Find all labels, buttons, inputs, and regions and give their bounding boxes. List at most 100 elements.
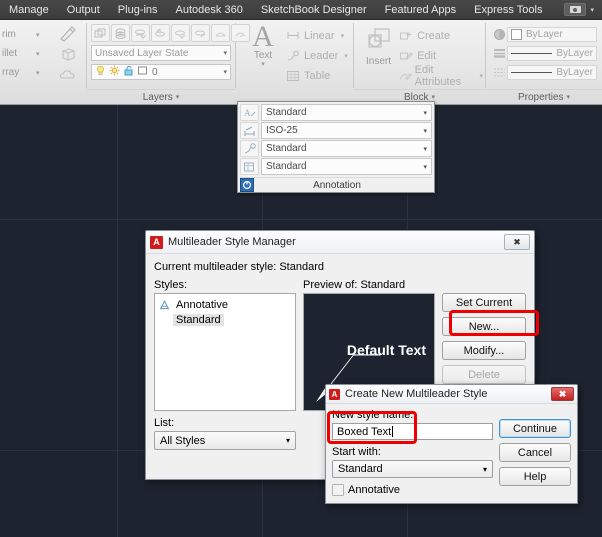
linear-dimension-button[interactable]: Linear ▾: [284, 26, 348, 46]
lineweight-row[interactable]: ByLayer: [491, 45, 597, 62]
chevron-down-icon[interactable]: ▾: [335, 32, 345, 40]
multileader-style-row[interactable]: Standard ▾: [240, 140, 432, 157]
layer-unisolate-icon[interactable]: [211, 24, 230, 42]
layer-off-icon[interactable]: [131, 24, 150, 42]
layer-freeze-icon[interactable]: [171, 24, 190, 42]
create-block-button[interactable]: Create: [397, 26, 483, 46]
annotative-checkbox-row[interactable]: Annotative: [332, 484, 493, 496]
menu-bar: Manage Output Plug-ins Autodesk 360 Sket…: [0, 0, 602, 20]
render-cloud-icon[interactable]: [56, 64, 80, 83]
chevron-down-icon[interactable]: ▾: [473, 72, 483, 80]
list-item[interactable]: Annotative: [158, 297, 292, 312]
dialog-title-bar[interactable]: A Multileader Style Manager ✖: [146, 231, 534, 254]
linetype-row[interactable]: ByLayer: [491, 64, 597, 81]
dimension-style-row[interactable]: ISO-25 ▾: [240, 122, 432, 139]
create-new-multileader-style-dialog: A Create New Multileader Style ✖ New sty…: [325, 384, 578, 504]
start-with-combo[interactable]: Standard ▾: [332, 460, 493, 478]
list-filter-combo[interactable]: All Styles ▾: [154, 431, 296, 450]
create-block-label: Create: [417, 30, 451, 42]
chevron-down-icon[interactable]: ▾: [36, 69, 40, 77]
menu-item-sketchbook-designer[interactable]: SketchBook Designer: [252, 0, 376, 20]
3d-solid-icon[interactable]: [56, 44, 80, 63]
chevron-down-icon[interactable]: ▾: [286, 436, 290, 445]
modify-fillet-row[interactable]: illet ▾: [2, 44, 52, 63]
panel-expand-icon[interactable]: [240, 178, 254, 192]
table-style-icon[interactable]: [240, 158, 259, 175]
menu-item-autodesk-360[interactable]: Autodesk 360: [167, 0, 252, 20]
chevron-down-icon[interactable]: ▾: [423, 109, 427, 117]
annotative-checkbox[interactable]: [332, 484, 344, 496]
layer-properties-icon[interactable]: [91, 24, 110, 42]
dimension-style-icon[interactable]: [240, 122, 259, 139]
color-swatch-icon[interactable]: [137, 65, 148, 79]
chevron-down-icon[interactable]: ▾: [176, 94, 180, 101]
layer-isolate-icon[interactable]: [151, 24, 170, 42]
annotative-label: Annotative: [348, 484, 400, 496]
close-icon[interactable]: ✖: [504, 234, 530, 250]
table-style-combo[interactable]: Standard ▾: [261, 158, 432, 175]
object-color-field[interactable]: ByLayer: [507, 27, 597, 42]
layer-name-combo[interactable]: 0 ▾: [91, 64, 231, 80]
multileader-style-value: Standard: [266, 143, 307, 154]
annotation-flyout-title-bar[interactable]: Annotation: [240, 177, 432, 192]
table-style-row[interactable]: Standard ▾: [240, 158, 432, 175]
menubar-right-group: ▾: [564, 3, 602, 16]
layer-state-combo[interactable]: Unsaved Layer State ▾: [91, 45, 231, 61]
chevron-down-icon[interactable]: ▾: [431, 94, 435, 101]
chevron-down-icon[interactable]: ▾: [220, 68, 227, 76]
chevron-down-icon[interactable]: ▾: [338, 52, 348, 60]
layer-lock-icon[interactable]: [191, 24, 210, 42]
layer-states-icon[interactable]: [111, 24, 130, 42]
modify-style-button[interactable]: Modify...: [442, 341, 526, 360]
menu-item-express-tools[interactable]: Express Tools: [465, 0, 551, 20]
text-style-combo[interactable]: Standard ▾: [261, 104, 432, 121]
list-item[interactable]: Standard: [158, 312, 292, 327]
edit-attributes-button[interactable]: Edit Attributes ▾: [397, 64, 483, 88]
styles-listbox[interactable]: Annotative Standard: [154, 293, 296, 411]
chevron-down-icon[interactable]: ▾: [423, 127, 427, 135]
lineweight-field[interactable]: ByLayer: [507, 46, 597, 61]
close-icon[interactable]: ✖: [551, 387, 574, 401]
menu-item-manage[interactable]: Manage: [0, 0, 58, 20]
dialog-title-bar[interactable]: A Create New Multileader Style ✖: [326, 385, 577, 404]
match-properties-icon[interactable]: [56, 24, 80, 43]
unlock-icon[interactable]: [123, 65, 134, 79]
layers-panel-title[interactable]: Layers ▾: [87, 89, 235, 104]
edit-block-button[interactable]: Edit: [397, 46, 483, 66]
menu-item-plugins[interactable]: Plug-ins: [109, 0, 167, 20]
table-button[interactable]: Table: [284, 66, 348, 86]
chevron-down-icon[interactable]: ▾: [423, 145, 427, 153]
chevron-down-icon[interactable]: ▾: [36, 50, 40, 58]
chevron-down-icon[interactable]: ▾: [261, 61, 265, 68]
chevron-down-icon[interactable]: ▾: [590, 6, 594, 14]
camera-icon[interactable]: [564, 3, 587, 16]
linetype-field[interactable]: ByLayer: [507, 65, 597, 80]
text-style-row[interactable]: A Standard ▾: [240, 104, 432, 121]
help-button[interactable]: Help: [499, 467, 571, 486]
modify-fillet-label: illet: [2, 48, 18, 59]
dimension-style-combo[interactable]: ISO-25 ▾: [261, 122, 432, 139]
leader-button[interactable]: Leader ▾: [284, 46, 348, 66]
properties-panel-title[interactable]: Properties ▾: [486, 89, 602, 104]
chevron-down-icon[interactable]: ▾: [567, 94, 571, 101]
text-button[interactable]: A Text ▾: [242, 22, 284, 86]
modify-trim-row[interactable]: rim ▾: [2, 25, 52, 44]
sun-icon[interactable]: [109, 65, 120, 79]
continue-button[interactable]: Continue: [499, 419, 571, 438]
chevron-down-icon[interactable]: ▾: [36, 31, 40, 39]
object-color-row[interactable]: ByLayer: [491, 26, 597, 43]
text-style-icon[interactable]: A: [240, 104, 259, 121]
chevron-down-icon[interactable]: ▾: [423, 163, 427, 171]
menu-item-output[interactable]: Output: [58, 0, 109, 20]
multileader-style-combo[interactable]: Standard ▾: [261, 140, 432, 157]
lightbulb-icon[interactable]: [95, 65, 106, 79]
menu-item-featured-apps[interactable]: Featured Apps: [376, 0, 466, 20]
multileader-style-icon[interactable]: [240, 140, 259, 157]
chevron-down-icon[interactable]: ▾: [483, 465, 487, 474]
cancel-button[interactable]: Cancel: [499, 443, 571, 462]
modify-trim-label: rim: [2, 29, 16, 40]
edit-block-label: Edit: [417, 50, 437, 62]
modify-array-row[interactable]: rray ▾: [2, 63, 52, 82]
insert-block-button[interactable]: Insert: [360, 23, 397, 86]
chevron-down-icon[interactable]: ▾: [220, 49, 227, 57]
